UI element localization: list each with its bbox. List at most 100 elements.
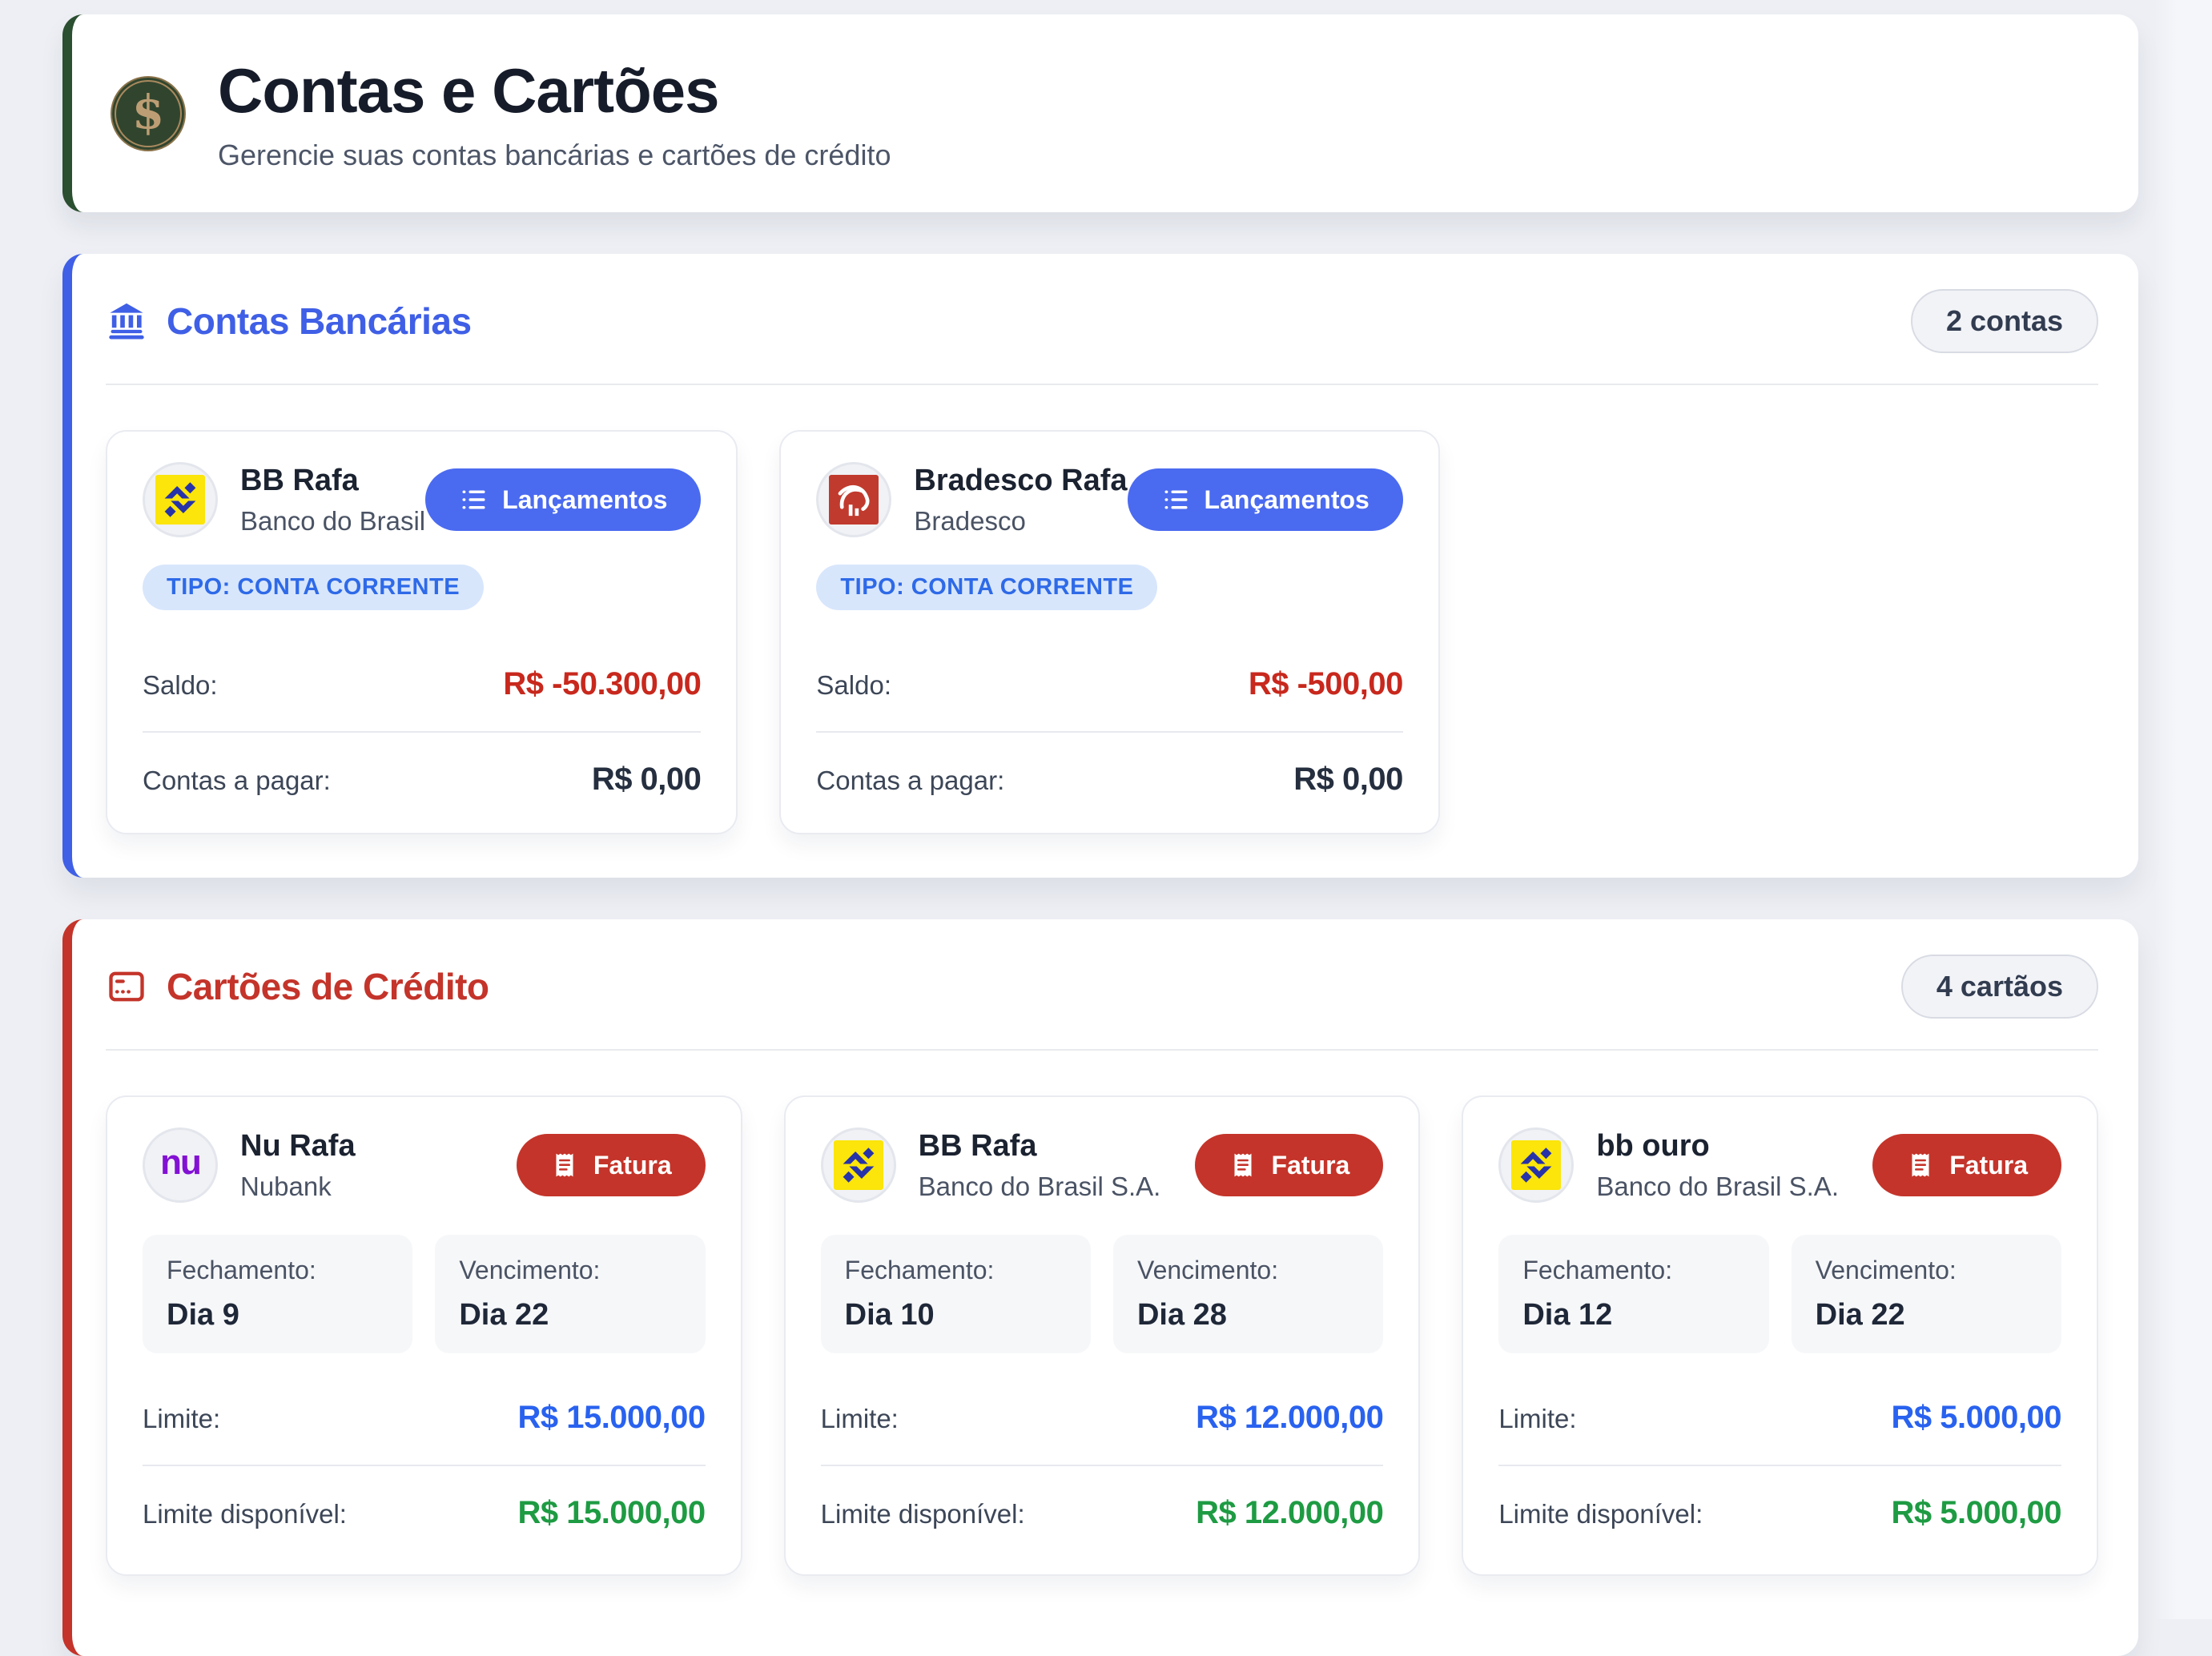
receipt-icon: [1906, 1151, 1935, 1180]
page-title: Contas e Cartões: [218, 54, 891, 127]
limit-value: R$ 5.000,00: [1892, 1400, 2061, 1436]
dollar-glyph: $: [132, 89, 164, 135]
credit-card-name: BB Rafa: [919, 1129, 1161, 1164]
lancamentos-button[interactable]: Lançamentos: [1128, 468, 1403, 531]
closing-info-box: Fechamento: Dia 9: [143, 1235, 412, 1353]
lancamentos-button[interactable]: Lançamentos: [425, 468, 701, 531]
account-card: BB Rafa Banco do Brasil Lançamentos TIPO…: [106, 430, 738, 834]
balance-value: R$ -50.300,00: [503, 666, 701, 702]
account-type-badge: TIPO: CONTA CORRENTE: [816, 565, 1157, 610]
fatura-button-label: Fatura: [1949, 1152, 2028, 1178]
due-value: Dia 28: [1137, 1298, 1359, 1332]
banco-do-brasil-logo: [1511, 1140, 1561, 1190]
card-divider: [143, 731, 701, 733]
credit-card: nu Nu Rafa Nubank: [106, 1095, 742, 1576]
account-type-badge: TIPO: CONTA CORRENTE: [143, 565, 484, 610]
account-avatar: [816, 462, 891, 537]
credit-card-avatar: nu: [143, 1127, 218, 1203]
bank-accounts-section-header: Contas Bancárias 2 contas: [106, 289, 2098, 353]
card-divider: [821, 1465, 1384, 1466]
closing-info-box: Fechamento: Dia 12: [1498, 1235, 1768, 1353]
bank-accounts-title: Contas Bancárias: [167, 299, 472, 343]
credit-card: BB Rafa Banco do Brasil S.A. Fat: [784, 1095, 1421, 1576]
fatura-button[interactable]: Fatura: [517, 1134, 706, 1196]
card-divider: [143, 1465, 706, 1466]
credit-card: bb ouro Banco do Brasil S.A. Fat: [1462, 1095, 2098, 1576]
due-info-box: Vencimento: Dia 22: [435, 1235, 705, 1353]
available-limit-label: Limite disponível:: [143, 1499, 347, 1529]
balance-label: Saldo:: [143, 670, 218, 701]
fatura-button[interactable]: Fatura: [1195, 1134, 1384, 1196]
credit-card-avatar: [821, 1127, 896, 1203]
available-limit-label: Limite disponível:: [821, 1499, 1025, 1529]
available-limit-value: R$ 15.000,00: [517, 1495, 705, 1531]
closing-label: Fechamento:: [845, 1256, 1067, 1285]
credit-cards-title: Cartões de Crédito: [167, 965, 489, 1008]
due-label: Vencimento:: [1137, 1256, 1359, 1285]
credit-card-avatar: [1498, 1127, 1574, 1203]
credit-card-name: bb ouro: [1596, 1129, 1839, 1164]
account-name: BB Rafa: [240, 464, 425, 498]
bank-icon: [106, 300, 147, 342]
list-icon: [1161, 485, 1190, 514]
balance-label: Saldo:: [816, 670, 891, 701]
receipt-icon: [550, 1151, 579, 1180]
balance-value: R$ -500,00: [1249, 666, 1403, 702]
header-text: Contas e Cartões Gerencie suas contas ba…: [218, 54, 891, 172]
credit-card-institution: Nubank: [240, 1172, 356, 1202]
page: $ Contas e Cartões Gerencie suas contas …: [62, 14, 2138, 1656]
credit-card-icon: [106, 966, 147, 1007]
bank-accounts-section: Contas Bancárias 2 contas: [62, 254, 2138, 878]
due-label: Vencimento:: [1816, 1256, 2037, 1285]
account-name: Bradesco Rafa: [914, 464, 1127, 498]
due-label: Vencimento:: [459, 1256, 681, 1285]
limit-label: Limite:: [143, 1404, 220, 1434]
cards-count-badge: 4 cartãos: [1901, 955, 2098, 1019]
banco-do-brasil-logo: [834, 1140, 883, 1190]
credit-card-institution: Banco do Brasil S.A.: [919, 1172, 1161, 1202]
card-divider: [1498, 1465, 2061, 1466]
card-divider: [816, 731, 1402, 733]
receipt-icon: [1229, 1151, 1257, 1180]
credit-cards-section: Cartões de Crédito 4 cartãos nu Nu Rafa …: [62, 919, 2138, 1656]
due-value: Dia 22: [1816, 1298, 2037, 1332]
lancamentos-button-label: Lançamentos: [1205, 487, 1369, 512]
section-divider: [106, 1049, 2098, 1051]
account-institution: Banco do Brasil: [240, 506, 425, 537]
bradesco-logo: [829, 475, 879, 525]
payable-value: R$ 0,00: [592, 762, 702, 798]
section-divider: [106, 384, 2098, 385]
banco-do-brasil-logo: [155, 475, 205, 525]
credit-card-name: Nu Rafa: [240, 1129, 356, 1164]
account-institution: Bradesco: [914, 506, 1127, 537]
closing-value: Dia 12: [1522, 1298, 1744, 1332]
limit-label: Limite:: [1498, 1404, 1576, 1434]
fatura-button[interactable]: Fatura: [1872, 1134, 2061, 1196]
page-subtitle: Gerencie suas contas bancárias e cartões…: [218, 139, 891, 172]
closing-label: Fechamento:: [167, 1256, 388, 1285]
account-avatar: [143, 462, 218, 537]
due-value: Dia 22: [459, 1298, 681, 1332]
fatura-button-label: Fatura: [593, 1152, 672, 1178]
closing-value: Dia 10: [845, 1298, 1067, 1332]
credit-card-institution: Banco do Brasil S.A.: [1596, 1172, 1839, 1202]
limit-value: R$ 12.000,00: [1196, 1400, 1383, 1436]
available-limit-value: R$ 12.000,00: [1196, 1495, 1383, 1531]
available-limit-value: R$ 5.000,00: [1892, 1495, 2061, 1531]
closing-label: Fechamento:: [1522, 1256, 1744, 1285]
window-edge-gutter: [2154, 0, 2212, 1619]
limit-value: R$ 15.000,00: [517, 1400, 705, 1436]
payable-label: Contas a pagar:: [143, 766, 331, 796]
available-limit-label: Limite disponível:: [1498, 1499, 1703, 1529]
lancamentos-button-label: Lançamentos: [502, 487, 667, 512]
due-info-box: Vencimento: Dia 28: [1113, 1235, 1383, 1353]
credit-cards-section-header: Cartões de Crédito 4 cartãos: [106, 955, 2098, 1019]
limit-label: Limite:: [821, 1404, 899, 1434]
account-card: Bradesco Rafa Bradesco Lançamentos TIPO:…: [779, 430, 1439, 834]
page-header-card: $ Contas e Cartões Gerencie suas contas …: [62, 14, 2138, 212]
due-info-box: Vencimento: Dia 22: [1792, 1235, 2061, 1353]
nubank-logo: nu: [160, 1145, 200, 1180]
accounts-count-badge: 2 contas: [1911, 289, 2098, 353]
payable-value: R$ 0,00: [1293, 762, 1403, 798]
closing-info-box: Fechamento: Dia 10: [821, 1235, 1091, 1353]
